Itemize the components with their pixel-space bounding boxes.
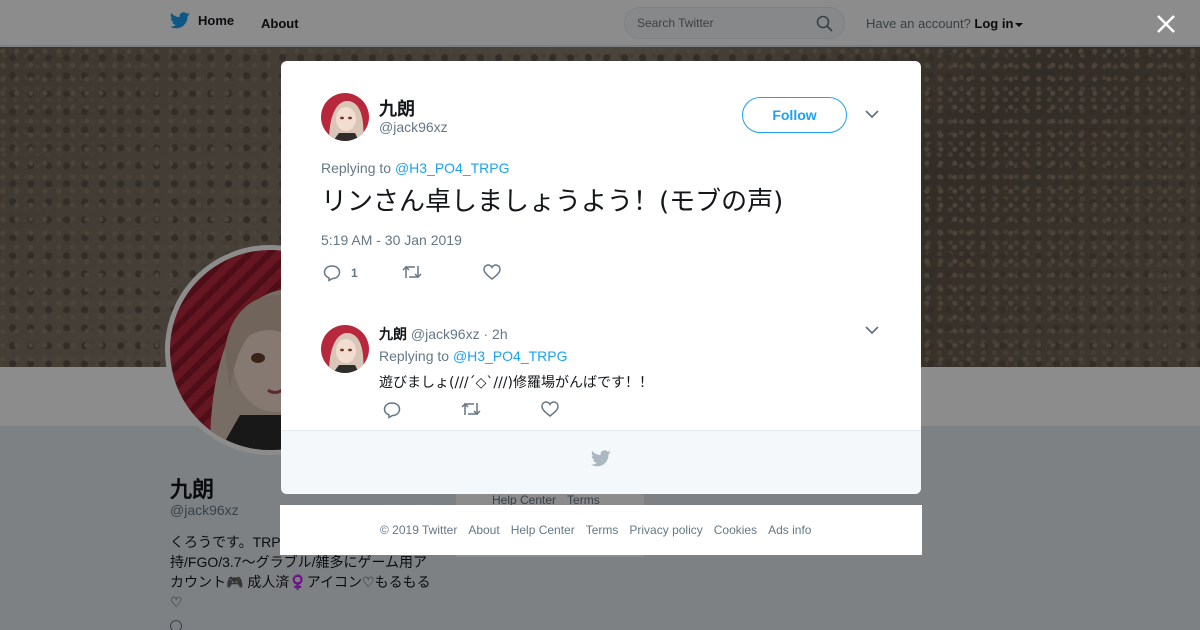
footer-link-ads-info[interactable]: Ads info — [768, 523, 811, 537]
tweet-timestamp[interactable]: 5:19 AM - 30 Jan 2019 — [321, 232, 462, 248]
author-handle[interactable]: @jack96xz — [379, 119, 448, 135]
reply-author-handle[interactable]: @jack96xz — [411, 326, 480, 342]
chevron-down-icon[interactable] — [865, 325, 879, 335]
reply-author-name[interactable]: 九朗 — [379, 326, 407, 342]
tweet-text: リンさん卓しましょうよう！(モブの声) — [321, 187, 784, 217]
reply-icon — [323, 265, 341, 282]
like-button[interactable] — [483, 264, 501, 280]
footer-copyright: © 2019 Twitter — [380, 523, 458, 537]
footer-link-help-center[interactable]: Help Center — [511, 523, 575, 537]
footer-links: © 2019 Twitter About Help Center Terms P… — [380, 523, 811, 537]
twitter-bird-icon[interactable] — [591, 450, 611, 467]
retweet-icon — [402, 265, 422, 279]
chevron-down-icon[interactable] — [865, 109, 879, 119]
replying-to-link[interactable]: @H3_PO4_TRPG — [395, 160, 510, 176]
like-icon — [483, 264, 501, 280]
reply-icon — [383, 402, 401, 419]
reply-replying-prefix: Replying to — [379, 348, 450, 364]
like-icon — [541, 401, 559, 417]
follow-button[interactable]: Follow — [742, 97, 847, 133]
reply-count: 1 — [351, 266, 358, 280]
reply-like-button[interactable] — [541, 401, 559, 417]
replying-to: Replying to @H3_PO4_TRPG — [321, 160, 510, 176]
tweet-modal: 九朗 @jack96xz Follow Replying to @H3_PO4_… — [281, 61, 921, 494]
reply-text: 遊びましょ(///´◇`///)修羅場がんばです！！ — [379, 375, 653, 391]
reply-header: 九朗 @jack96xz · 2h — [379, 326, 508, 342]
reply-author-avatar[interactable] — [321, 325, 369, 373]
author-avatar[interactable] — [321, 93, 369, 141]
reply-button[interactable]: 1 — [323, 264, 358, 282]
footer-bar: © 2019 Twitter About Help Center Terms P… — [280, 505, 922, 555]
footer-link-about[interactable]: About — [468, 523, 499, 537]
reply-reply-button[interactable] — [383, 401, 401, 419]
footer-link-terms[interactable]: Terms — [586, 523, 619, 537]
retweet-button[interactable] — [402, 264, 422, 280]
reply-actions — [379, 401, 579, 421]
retweet-icon — [461, 402, 481, 416]
footer-link-cookies[interactable]: Cookies — [714, 523, 757, 537]
reply-retweet-button[interactable] — [461, 401, 481, 417]
reply-age[interactable]: 2h — [492, 326, 508, 342]
replying-prefix: Replying to — [321, 160, 392, 176]
reply-replying-to-link[interactable]: @H3_PO4_TRPG — [453, 348, 568, 364]
reply-replying-to: Replying to @H3_PO4_TRPG — [379, 348, 568, 364]
footer-link-privacy[interactable]: Privacy policy — [629, 523, 702, 537]
modal-footer — [281, 430, 921, 494]
author-name[interactable]: 九朗 — [379, 95, 415, 121]
close-icon[interactable] — [1154, 12, 1178, 36]
